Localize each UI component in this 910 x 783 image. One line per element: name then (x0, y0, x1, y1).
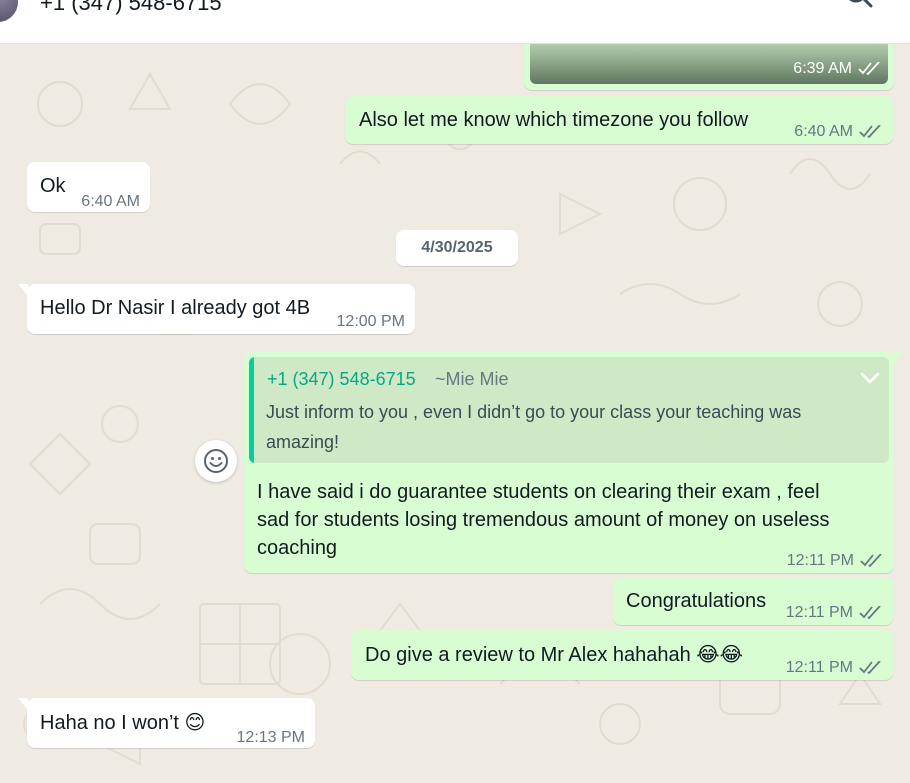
chat-header: +1 (347) 548-6715 (0, 0, 910, 44)
search-button[interactable] (842, 0, 876, 14)
message-text-line: I have said i do guarantee students on c… (257, 481, 820, 503)
smiling-emoji: 😊 (184, 710, 206, 734)
read-ticks-icon (860, 554, 884, 568)
contact-name[interactable]: +1 (347) 548-6715 (40, 0, 222, 16)
message-time: 6:40 AM (81, 193, 140, 210)
message-text: Congratulations (626, 590, 767, 612)
message-meta: 6:39 AM (793, 60, 882, 78)
laughing-emoji: 😂😂 (696, 642, 744, 666)
search-icon (849, 0, 873, 8)
contact-avatar[interactable] (0, 0, 18, 22)
message-time: 12:11 PM (785, 659, 853, 676)
incoming-message[interactable]: Hello Dr Nasir I already got 4B 12:00 PM (27, 284, 415, 334)
message-text-line: sad for students losing tremendous amoun… (257, 509, 830, 531)
message-time: 12:13 PM (236, 729, 305, 746)
smiley-icon (204, 449, 228, 473)
message-meta: 6:40 AM (794, 118, 883, 146)
message-text: Also let me know which timezone you foll… (359, 109, 749, 131)
message-time: 12:11 PM (786, 552, 854, 569)
message-time: 12:11 PM (785, 604, 853, 621)
message-time: 6:39 AM (793, 60, 852, 77)
outgoing-message[interactable]: Congratulations 12:11 PM (613, 577, 893, 625)
message-meta: 12:00 PM (337, 308, 405, 336)
outgoing-message[interactable]: Also let me know which timezone you foll… (345, 96, 893, 144)
message-text: Haha no I won’t 😊 (40, 708, 205, 737)
read-ticks-icon (858, 62, 882, 76)
message-text-content: Haha no I won’t (40, 712, 179, 734)
message-time: 6:40 AM (794, 123, 853, 140)
quoted-message[interactable]: +1 (347) 548-6715 ~Mie Mie Just inform t… (249, 357, 889, 463)
message-text: Hello Dr Nasir I already got 4B (40, 297, 311, 319)
quote-sender: +1 (347) 548-6715 (267, 369, 416, 389)
message-text: Ok (40, 175, 66, 197)
quote-alias: ~Mie Mie (435, 369, 509, 389)
outgoing-message[interactable]: Do give a review to Mr Alex hahahah 😂😂 1… (351, 630, 893, 680)
message-meta: 12:11 PM (786, 599, 883, 627)
read-ticks-icon (859, 606, 883, 620)
date-divider: 4/30/2025 (396, 230, 518, 266)
incoming-message[interactable]: Ok 6:40 AM (27, 162, 150, 212)
react-button[interactable] (195, 440, 237, 482)
message-time: 12:00 PM (336, 313, 405, 330)
outgoing-reply-message[interactable]: +1 (347) 548-6715 ~Mie Mie Just inform t… (244, 352, 894, 573)
quote-accent-bar (249, 357, 254, 463)
message-text-line: coaching (257, 537, 338, 559)
message-text: Do give a review to Mr Alex hahahah 😂😂 (365, 640, 743, 669)
message-meta: 12:11 PM (786, 654, 883, 682)
read-ticks-icon (859, 661, 883, 675)
quote-text: Just inform to you , even I didn’t go to… (266, 402, 802, 452)
incoming-message[interactable]: Haha no I won’t 😊 12:13 PM (27, 698, 315, 748)
read-ticks-icon (859, 125, 883, 139)
message-meta: 12:13 PM (237, 724, 305, 752)
message-meta: 12:11 PM (787, 547, 884, 575)
chevron-down-icon[interactable] (859, 371, 881, 385)
bubble-tail (893, 352, 903, 364)
message-meta: 6:40 AM (81, 188, 140, 216)
message-text-content: Do give a review to Mr Alex hahahah (365, 644, 691, 666)
